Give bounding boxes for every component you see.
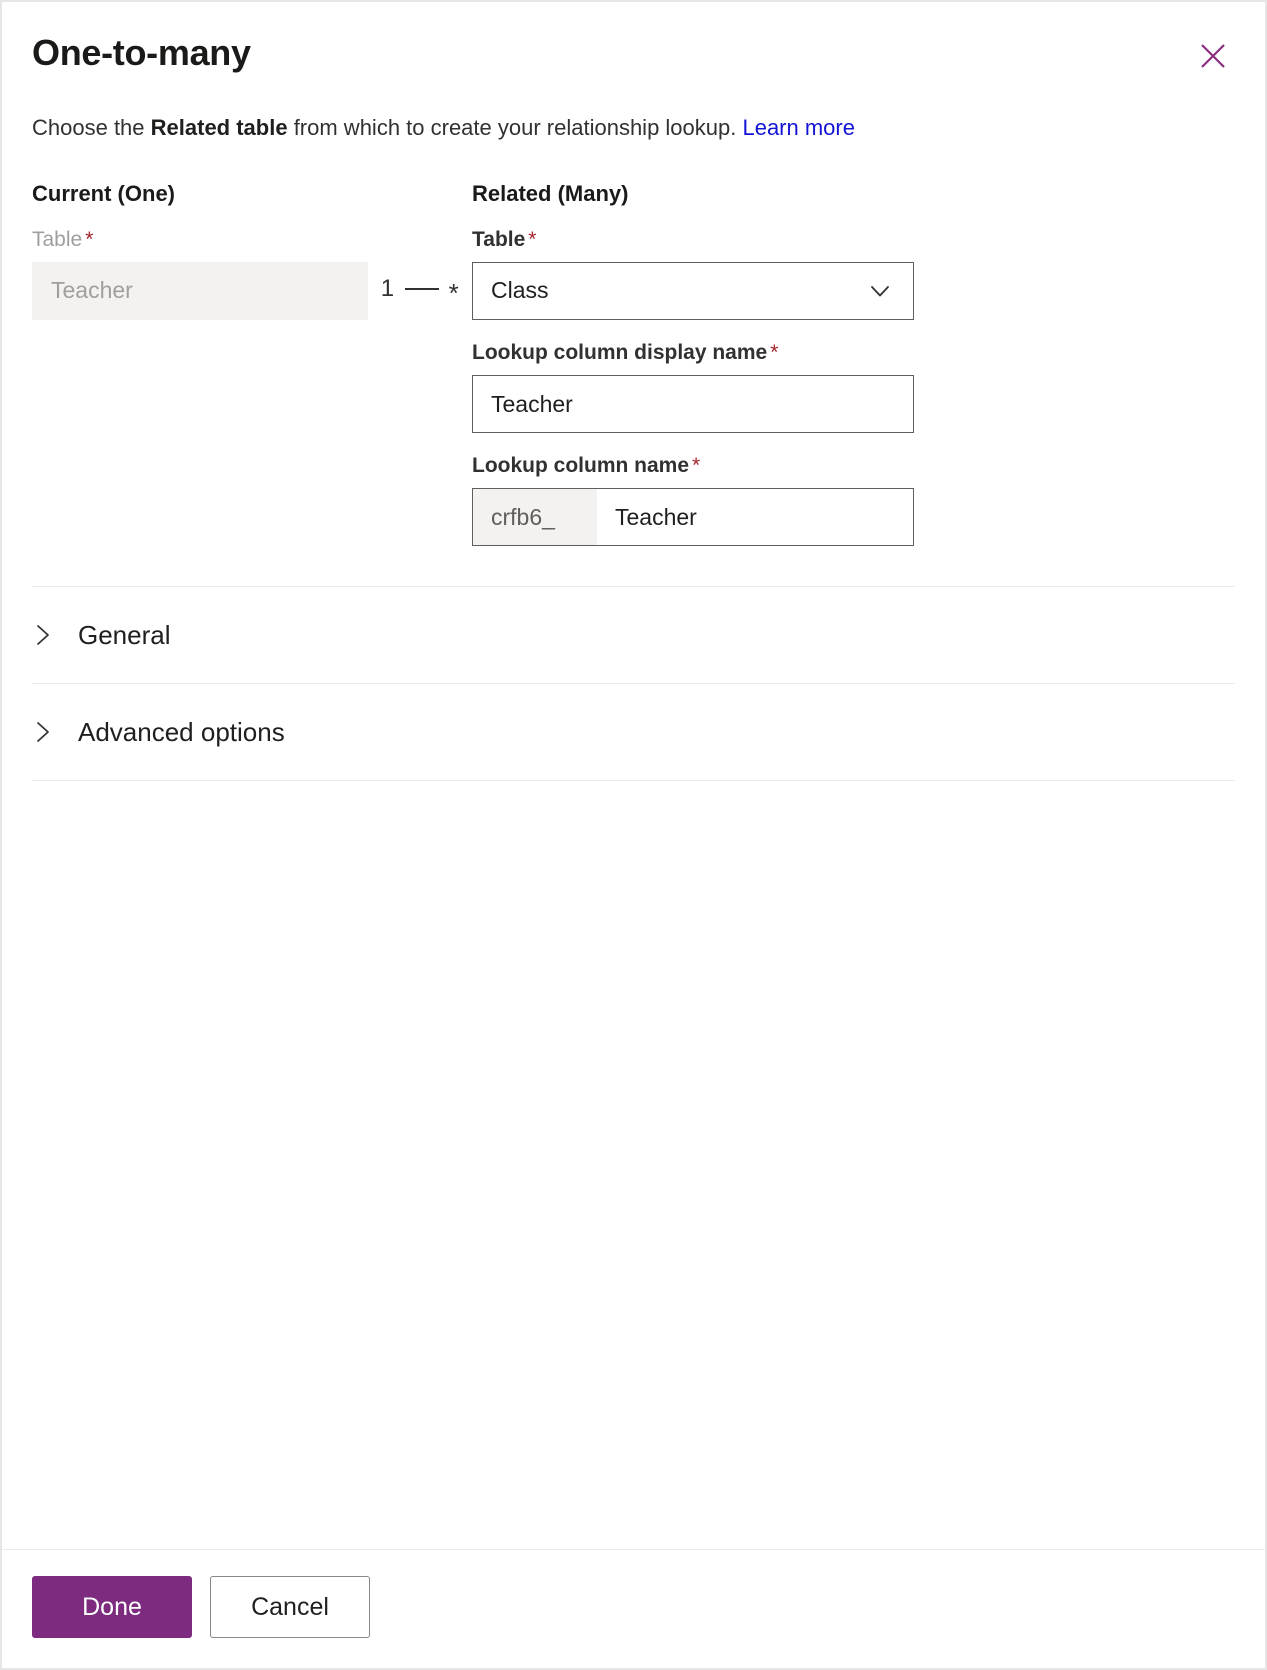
required-asterisk: * <box>528 227 537 251</box>
close-button[interactable] <box>1189 32 1237 80</box>
current-table-label-text: Table <box>32 227 83 251</box>
chevron-down-icon <box>867 278 901 304</box>
related-table-label-text: Table <box>472 227 526 251</box>
current-one-heading: Current (One) <box>32 180 175 206</box>
publisher-prefix: crfb6_ <box>473 489 597 546</box>
chevron-right-icon <box>32 621 54 649</box>
dialog-header: One-to-many <box>2 2 1265 75</box>
section-general[interactable]: General <box>2 587 1265 683</box>
done-button[interactable]: Done <box>32 1576 192 1638</box>
lookup-column-name-group: crfb6_ Teacher <box>472 488 914 547</box>
description-text-after: from which to create your relationship l… <box>287 115 743 140</box>
chevron-right-icon <box>32 718 54 746</box>
lookup-display-name-label-text: Lookup column display name <box>472 340 768 364</box>
lookup-column-name-label: Lookup column name * <box>472 453 914 478</box>
collapsible-sections: General Advanced options <box>2 586 1265 782</box>
close-icon <box>1198 41 1228 71</box>
lookup-display-name-input[interactable]: Teacher <box>472 375 914 434</box>
related-table-dropdown[interactable]: Class <box>472 261 914 320</box>
lookup-column-name-label-text: Lookup column name <box>472 454 690 478</box>
related-many-column: Related (Many) Table * Class Lookup colum… <box>472 180 914 547</box>
lookup-column-name-field: Lookup column name * crfb6_ Teacher <box>472 453 914 547</box>
required-asterisk: * <box>85 227 94 251</box>
relationship-form: Current (One) Table * Teacher 1 * Related… <box>2 180 1265 547</box>
related-table-value: Class <box>491 277 549 304</box>
current-table-field: Table * Teacher <box>32 227 368 320</box>
section-general-label: General <box>78 620 171 651</box>
lookup-display-name-label: Lookup column display name * <box>472 340 914 365</box>
current-table-label: Table * <box>32 227 368 252</box>
dialog-description: Choose the Related table from which to c… <box>2 113 1265 143</box>
learn-more-link[interactable]: Learn more <box>742 115 855 140</box>
required-asterisk: * <box>770 340 779 364</box>
cancel-button[interactable]: Cancel <box>210 1576 370 1638</box>
section-advanced-options-label: Advanced options <box>78 717 285 748</box>
section-advanced-options[interactable]: Advanced options <box>2 684 1265 780</box>
dialog-footer: Done Cancel <box>2 1550 1265 1668</box>
current-one-column: Current (One) Table * Teacher <box>32 180 368 320</box>
cardinality-many: * <box>448 277 460 308</box>
required-asterisk: * <box>692 454 701 478</box>
lookup-display-name-value: Teacher <box>491 390 573 417</box>
lookup-column-name-input[interactable]: Teacher <box>597 489 913 545</box>
related-table-field: Table * Class <box>472 227 914 320</box>
lookup-display-name-field: Lookup column display name * Teacher <box>472 340 914 434</box>
related-many-heading: Related (Many) <box>472 180 629 206</box>
page-title: One-to-many <box>32 32 251 73</box>
one-to-many-dialog: One-to-many Choose the Related table fro… <box>0 0 1267 1670</box>
relationship-line <box>404 287 439 290</box>
filler-space <box>2 781 1265 1549</box>
related-table-label: Table * <box>472 227 914 252</box>
description-text-before: Choose the <box>32 115 151 140</box>
current-table-value: Teacher <box>51 277 133 304</box>
cardinality-one: 1 <box>380 274 395 302</box>
current-table-input: Teacher <box>32 261 368 320</box>
description-text-bold: Related table <box>150 115 288 140</box>
cardinality-indicator: 1 * <box>368 183 472 308</box>
